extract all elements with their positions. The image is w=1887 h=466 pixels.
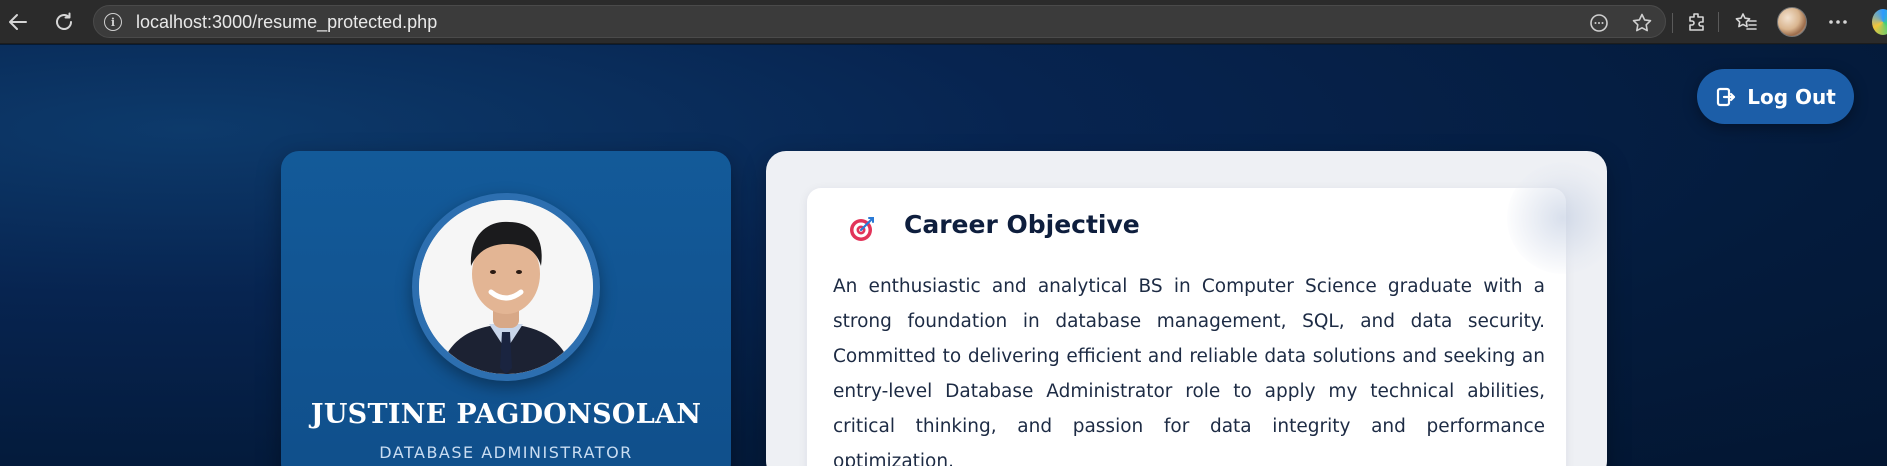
address-bar[interactable]: i localhost:3000/resume_protected.php xyxy=(93,5,1673,38)
toolbar-divider xyxy=(1718,12,1719,32)
reading-mode-icon[interactable] xyxy=(1586,10,1612,36)
favorite-star-icon[interactable] xyxy=(1629,10,1655,36)
browser-toolbar: i localhost:3000/resume_protected.php xyxy=(0,0,1887,44)
site-info-icon[interactable]: i xyxy=(104,13,122,31)
career-objective-section: Career Objective An enthusiastic and ana… xyxy=(807,162,1607,466)
extensions-icon[interactable] xyxy=(1681,6,1713,38)
logout-label: Log Out xyxy=(1747,84,1836,109)
person-name: JUSTINE PAGDONSOLAN xyxy=(310,399,702,430)
profile-card: JUSTINE PAGDONSOLAN DATABASE ADMINISTRAT… xyxy=(281,151,731,466)
resume-content-card: Career Objective An enthusiastic and ana… xyxy=(766,151,1607,466)
profile-photo xyxy=(412,193,600,381)
back-arrow-icon[interactable] xyxy=(2,6,34,38)
decorative-circle xyxy=(1507,162,1607,274)
profile-avatar[interactable] xyxy=(1777,7,1807,37)
target-icon xyxy=(849,216,875,242)
person-role: DATABASE ADMINISTRATOR xyxy=(379,443,633,462)
omnibox-divider xyxy=(1672,13,1673,33)
section-title: Career Objective xyxy=(904,210,1140,239)
copilot-icon[interactable] xyxy=(1872,9,1887,35)
more-menu-icon[interactable] xyxy=(1822,6,1854,38)
reload-icon[interactable] xyxy=(48,6,80,38)
favorites-icon[interactable] xyxy=(1730,6,1762,38)
resume-page: Log Out JUSTINE PAGDONSOLAN DATABASE ADM… xyxy=(0,45,1887,466)
logout-button[interactable]: Log Out xyxy=(1697,69,1854,124)
career-objective-text: An enthusiastic and analytical BS in Com… xyxy=(833,276,1545,466)
url-text[interactable]: localhost:3000/resume_protected.php xyxy=(136,12,437,33)
logout-icon xyxy=(1715,86,1737,108)
